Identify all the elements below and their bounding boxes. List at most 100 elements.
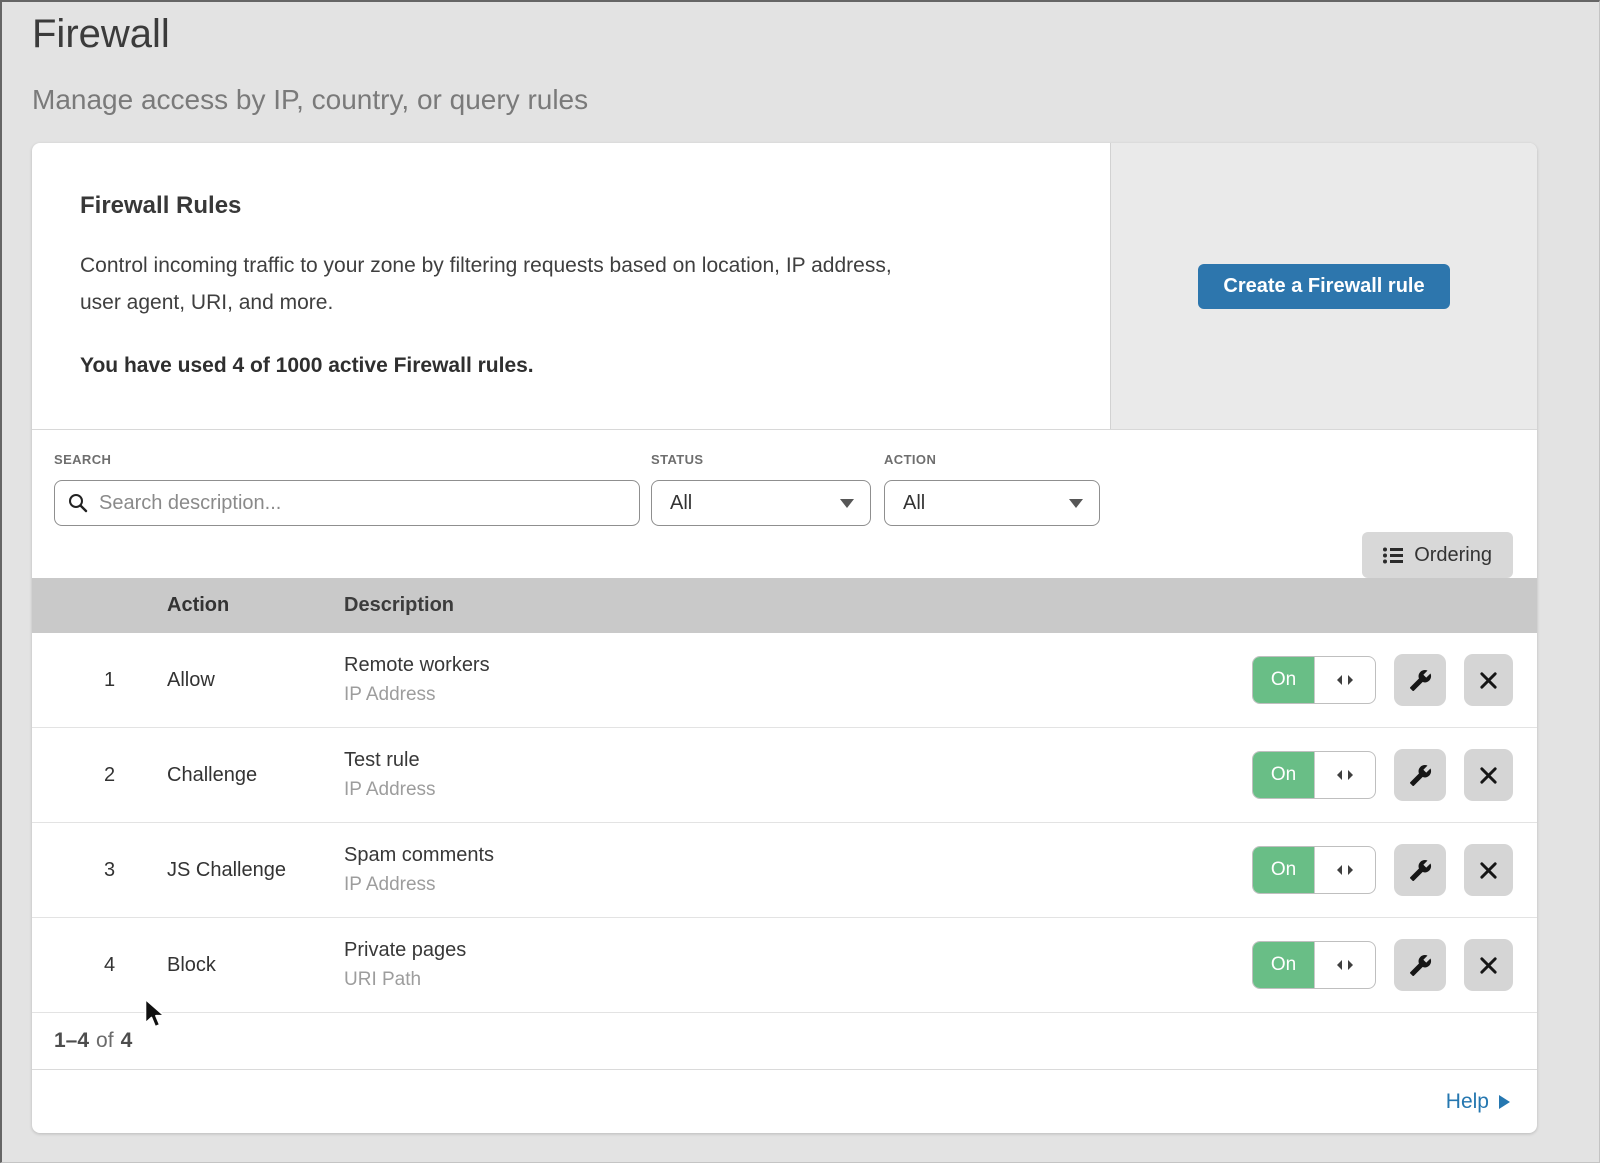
rule-priority: 4 [32,954,167,977]
rule-enabled-toggle[interactable]: On [1252,656,1376,704]
status-label: STATUS [651,452,871,467]
close-icon [1478,860,1499,881]
rule-priority: 2 [32,764,167,787]
left-right-arrows-icon [1334,673,1356,687]
rule-match-type: IP Address [344,779,1252,801]
rule-action: Block [167,954,344,977]
close-icon [1478,765,1499,786]
delete-rule-button[interactable] [1464,749,1513,801]
rule-match-type: IP Address [344,874,1252,896]
firewall-page: Firewall Manage access by IP, country, o… [0,0,1600,1163]
rule-description-cell: Private pages URI Path [344,939,1252,991]
delete-rule-button[interactable] [1464,939,1513,991]
close-icon [1478,955,1499,976]
wrench-icon [1409,669,1432,692]
toggle-handle[interactable] [1314,752,1375,798]
section-description: Control incoming traffic to your zone by… [80,247,1070,321]
chevron-down-icon [840,499,854,508]
status-select[interactable]: All [651,480,871,526]
rule-description: Test rule [344,749,1252,772]
firewall-rules-intro-section: Firewall Rules Control incoming traffic … [32,143,1537,430]
wrench-icon [1409,954,1432,977]
rule-description: Private pages [344,939,1252,962]
toggle-on-label: On [1253,657,1314,703]
ordering-button[interactable]: Ordering [1362,532,1513,578]
rule-enabled-toggle[interactable]: On [1252,941,1376,989]
rule-action: Allow [167,669,344,692]
help-row: Help [32,1070,1537,1133]
pagination-total: 4 [121,1029,133,1053]
pagination-range: 1–4 [54,1029,89,1053]
pagination: 1–4 of 4 [32,1013,1537,1070]
toggle-handle[interactable] [1314,657,1375,703]
search-label: SEARCH [54,452,640,467]
rule-enabled-toggle[interactable]: On [1252,846,1376,894]
rule-description-cell: Test rule IP Address [344,749,1252,801]
rule-priority: 3 [32,859,167,882]
page-title: Firewall [32,12,1600,57]
rule-priority: 1 [32,669,167,692]
toggle-handle[interactable] [1314,942,1375,988]
action-filter-group: ACTION All [884,452,1100,526]
rule-description: Spam comments [344,844,1252,867]
rule-controls: On [1252,939,1537,991]
edit-rule-button[interactable] [1394,654,1446,706]
status-filter-group: STATUS All [651,452,871,526]
edit-rule-button[interactable] [1394,939,1446,991]
toggle-handle[interactable] [1314,847,1375,893]
rule-description-cell: Spam comments IP Address [344,844,1252,896]
table-row: 2 Challenge Test rule IP Address On [32,728,1537,823]
rule-action: Challenge [167,764,344,787]
left-right-arrows-icon [1334,863,1356,877]
search-box [54,480,640,526]
table-row: 4 Block Private pages URI Path On [32,918,1537,1013]
section-heading: Firewall Rules [80,192,1070,220]
create-firewall-rule-button[interactable]: Create a Firewall rule [1198,264,1449,309]
wrench-icon [1409,859,1432,882]
rules-usage-summary: You have used 4 of 1000 active Firewall … [80,354,1070,378]
delete-rule-button[interactable] [1464,844,1513,896]
rule-controls: On [1252,844,1537,896]
action-column-header: Action [167,594,344,617]
help-link[interactable]: Help [1446,1090,1510,1114]
help-link-label: Help [1446,1090,1489,1114]
search-filter-group: SEARCH [54,452,640,526]
left-right-arrows-icon [1334,958,1356,972]
rule-action: JS Challenge [167,859,344,882]
delete-rule-button[interactable] [1464,654,1513,706]
toggle-on-label: On [1253,942,1314,988]
rule-controls: On [1252,654,1537,706]
search-icon [67,492,89,514]
edit-rule-button[interactable] [1394,844,1446,896]
firewall-rules-card: Firewall Rules Control incoming traffic … [32,143,1537,1133]
pagination-of: of [96,1029,114,1053]
table-row: 1 Allow Remote workers IP Address On [32,633,1537,728]
edit-rule-button[interactable] [1394,749,1446,801]
table-row: 3 JS Challenge Spam comments IP Address … [32,823,1537,918]
rule-description-cell: Remote workers IP Address [344,654,1252,706]
toggle-on-label: On [1253,752,1314,798]
rule-enabled-toggle[interactable]: On [1252,751,1376,799]
action-label: ACTION [884,452,1100,467]
action-select-value: All [903,492,925,515]
rule-match-type: IP Address [344,684,1252,706]
status-select-value: All [670,492,692,515]
action-select[interactable]: All [884,480,1100,526]
rule-description: Remote workers [344,654,1252,677]
description-column-header: Description [344,594,1513,617]
page-header: Firewall Manage access by IP, country, o… [0,0,1600,116]
chevron-down-icon [1069,499,1083,508]
search-input[interactable] [54,480,640,526]
page-subtitle: Manage access by IP, country, or query r… [32,84,1600,116]
rules-table-body: 1 Allow Remote workers IP Address On [32,633,1537,1013]
firewall-rules-info: Firewall Rules Control incoming traffic … [32,143,1110,429]
left-right-arrows-icon [1334,768,1356,782]
rule-match-type: URI Path [344,969,1252,991]
ordering-button-label: Ordering [1414,544,1492,567]
wrench-icon [1409,764,1432,787]
toggle-on-label: On [1253,847,1314,893]
chevron-right-icon [1499,1095,1510,1109]
ordered-list-icon [1383,547,1403,564]
create-rule-panel: Create a Firewall rule [1110,143,1537,429]
table-header-row: Action Description [32,578,1537,633]
